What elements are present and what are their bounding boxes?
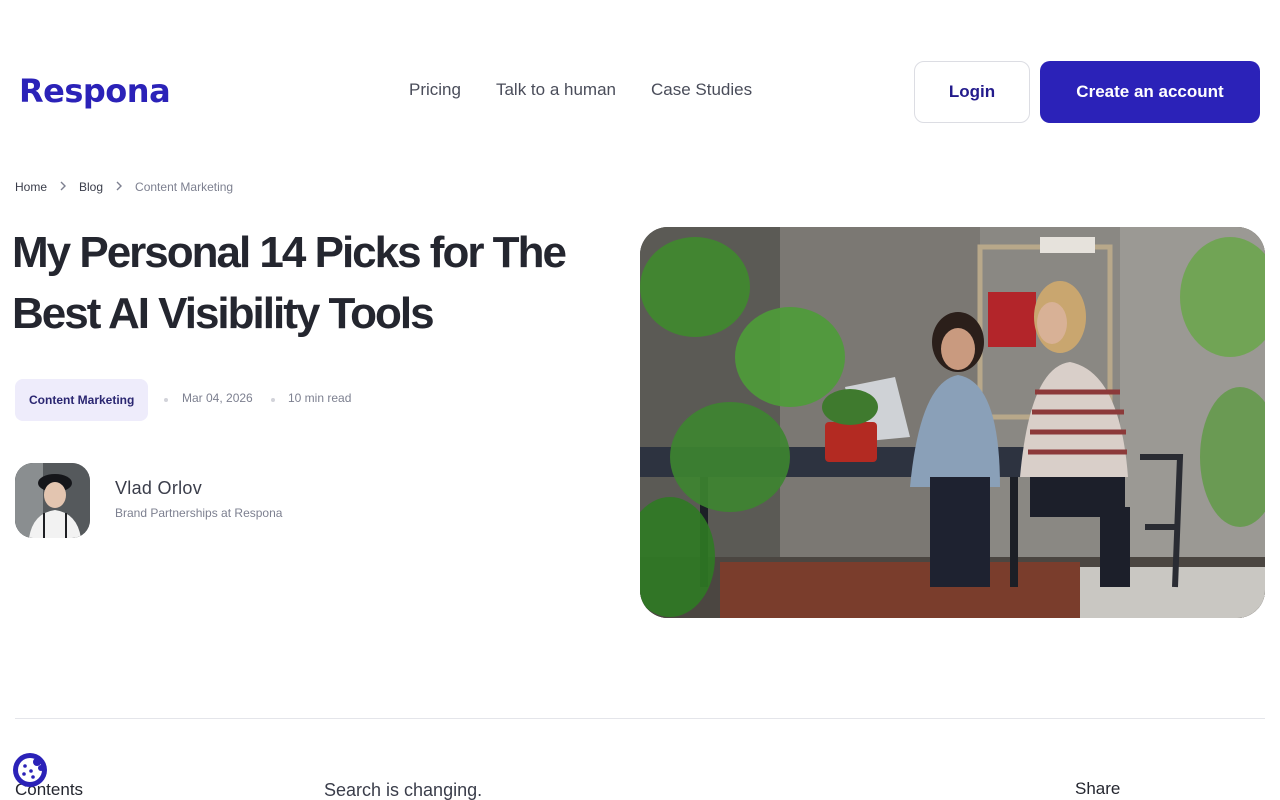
article-title: My Personal 14 Picks for The Best AI Vis… — [12, 228, 567, 338]
article-intro: Search is changing. — [324, 780, 483, 800]
nav-pricing[interactable]: Pricing — [409, 79, 461, 101]
author-name[interactable]: Vlad Orlov — [115, 478, 202, 499]
author-avatar — [15, 463, 90, 538]
create-account-button[interactable]: Create an account — [1040, 61, 1260, 123]
hero-image — [640, 227, 1265, 618]
respona-logo[interactable]: Respona — [19, 72, 171, 110]
chevron-right-icon — [109, 179, 129, 194]
breadcrumb-current: Content Marketing — [135, 179, 234, 194]
chevron-right-icon — [53, 179, 73, 194]
meta-separator — [271, 398, 275, 402]
breadcrumb-blog[interactable]: Blog — [79, 180, 103, 194]
breadcrumb: Home Blog Content Marketing — [15, 179, 233, 194]
publish-date: Mar 04, 2026 — [182, 391, 253, 405]
read-time: 10 min read — [288, 391, 352, 405]
login-button[interactable]: Login — [914, 61, 1030, 123]
nav-talk-to-human[interactable]: Talk to a human — [496, 79, 616, 101]
meta-separator — [164, 398, 168, 402]
category-tag[interactable]: Content Marketing — [15, 379, 149, 421]
nav-case-studies[interactable]: Case Studies — [651, 79, 752, 101]
main-nav: Pricing Talk to a human Case Studies — [409, 79, 787, 101]
share-heading: Share — [1075, 779, 1121, 798]
section-divider — [15, 718, 1265, 719]
breadcrumb-home[interactable]: Home — [15, 180, 47, 194]
author-role: Brand Partnerships at Respona — [115, 506, 283, 520]
cookie-icon[interactable] — [13, 753, 47, 787]
